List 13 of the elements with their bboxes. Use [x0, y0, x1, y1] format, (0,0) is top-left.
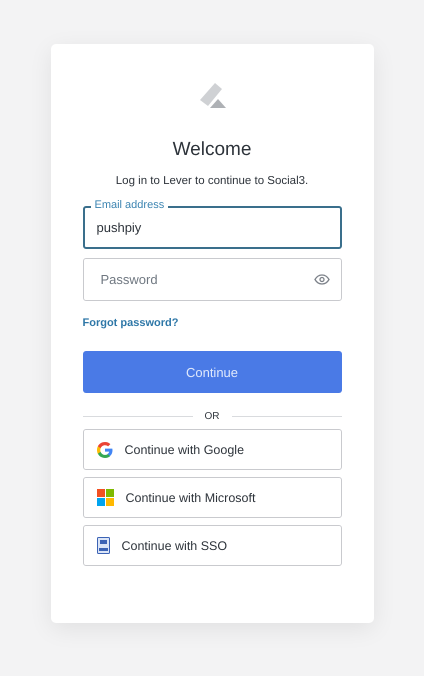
google-icon — [96, 442, 112, 458]
forgot-password-link[interactable]: Forgot password? — [82, 317, 178, 329]
subtitle: Log in to Lever to continue to Social3. — [116, 175, 308, 187]
microsoft-icon — [96, 489, 114, 506]
id-card-icon — [96, 537, 110, 554]
logo-icon — [198, 82, 226, 109]
provider-button[interactable]: Continue with Microsoft — [82, 477, 342, 518]
provider-button[interactable]: Continue with SSO — [82, 525, 342, 566]
welcome-heading: Welcome — [172, 139, 252, 161]
eye-icon[interactable] — [314, 274, 330, 285]
password-field[interactable]: Password — [82, 258, 342, 301]
or-divider-label: OR — [204, 411, 220, 422]
provider-button[interactable]: Continue with Google — [82, 429, 342, 470]
